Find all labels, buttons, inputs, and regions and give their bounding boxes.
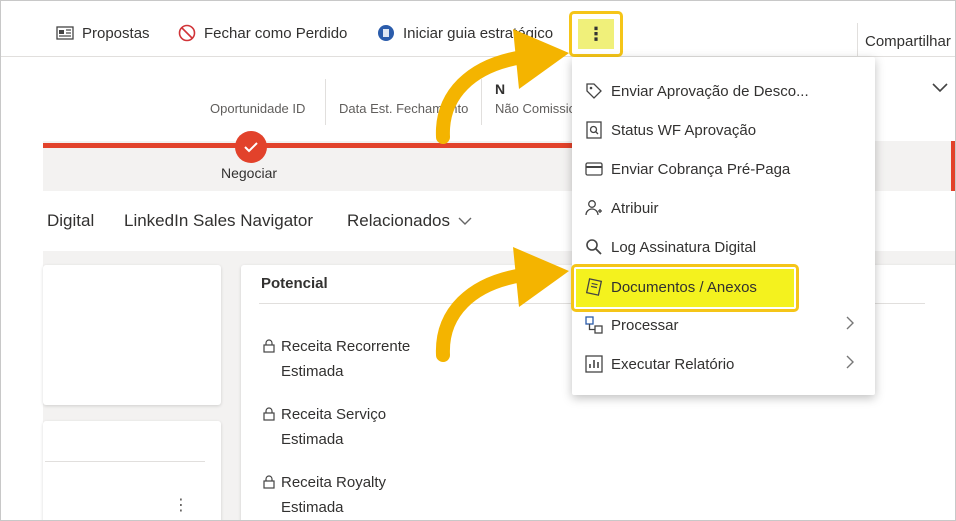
tag-icon — [584, 81, 604, 101]
field-label-line2: Estimada — [281, 431, 344, 448]
close-as-lost-button[interactable]: Fechar como Perdido — [177, 23, 347, 43]
screen: Propostas Fechar como Perdido Iniciar gu… — [0, 0, 956, 521]
menu-item-wf-approval-status[interactable]: Status WF Aprovação — [572, 111, 875, 149]
document-search-icon — [584, 120, 604, 140]
share-button[interactable]: Compartilhar — [865, 33, 951, 50]
more-commands-button[interactable]: ⋮ — [569, 11, 623, 57]
chevron-down-icon — [458, 217, 472, 226]
proposals-button[interactable]: Propostas — [55, 23, 150, 43]
field-service-revenue[interactable]: Receita Serviço Estimada — [263, 403, 386, 451]
menu-item-documents-attachments[interactable]: Documentos / Anexos — [572, 268, 794, 306]
attachment-icon — [584, 277, 604, 297]
menu-item-send-prepaid-charge[interactable]: Enviar Cobrança Pré-Paga — [572, 150, 875, 188]
field-label: Receita Recorrente — [281, 338, 411, 355]
stage-complete-icon[interactable] — [235, 131, 267, 163]
stage-label[interactable]: Negociar — [221, 165, 277, 181]
chevron-down-icon[interactable] — [931, 81, 949, 99]
field-recurring-revenue[interactable]: Receita Recorrente Estimada — [263, 335, 410, 383]
field-royalty-revenue[interactable]: Receita Royalty Estimada — [263, 471, 386, 519]
menu-item-label: Enviar Cobrança Pré-Paga — [611, 160, 791, 178]
tab-digital[interactable]: Digital — [47, 211, 94, 231]
menu-item-send-discount-approval[interactable]: Enviar Aprovação de Desco... — [572, 72, 875, 110]
lock-icon — [263, 473, 277, 496]
close-as-lost-label: Fechar como Perdido — [204, 24, 348, 42]
left-card — [43, 265, 221, 405]
lock-icon — [263, 337, 277, 360]
tab-linkedin-sales-navigator[interactable]: LinkedIn Sales Navigator — [124, 211, 313, 231]
toolbar-divider — [857, 23, 858, 59]
chevron-right-icon — [845, 316, 854, 334]
field-label-line2: Estimada — [281, 363, 344, 380]
tab-related[interactable]: Relacionados — [347, 211, 472, 231]
menu-item-label: Atribuir — [611, 199, 659, 217]
proposals-icon — [55, 23, 75, 43]
callout-arrow-icon — [435, 247, 569, 362]
menu-item-label: Status WF Aprovação — [611, 121, 757, 139]
field-label: Receita Serviço — [281, 406, 387, 423]
tab-related-label: Relacionados — [347, 211, 451, 230]
callout-arrow-icon — [435, 29, 569, 144]
menu-item-label: Processar — [611, 316, 679, 334]
field-label-line2: Estimada — [281, 499, 344, 516]
search-icon — [584, 237, 604, 257]
section-title: Potencial — [261, 275, 328, 292]
more-commands-menu: Enviar Aprovação de Desco... Status WF A… — [572, 57, 875, 395]
menu-item-run-report[interactable]: Executar Relatório — [572, 345, 875, 383]
person-add-icon — [584, 198, 604, 218]
lock-icon — [263, 405, 277, 428]
report-icon — [584, 354, 604, 374]
chevron-right-icon — [845, 355, 854, 373]
more-icon: ⋮ — [578, 19, 614, 49]
left-card-lower — [43, 421, 221, 520]
flow-icon — [584, 315, 604, 335]
more-options-icon[interactable]: ⋮ — [173, 495, 189, 515]
guide-icon — [376, 23, 396, 43]
menu-item-digital-signature-log[interactable]: Log Assinatura Digital — [572, 228, 875, 266]
menu-item-assign[interactable]: Atribuir — [572, 189, 875, 227]
menu-item-label: Executar Relatório — [611, 355, 735, 373]
divider — [45, 461, 205, 462]
menu-item-label: Log Assinatura Digital — [611, 238, 757, 256]
header-field-label: Oportunidade ID — [210, 101, 306, 116]
prohibited-icon — [177, 23, 197, 43]
header-divider — [325, 79, 326, 125]
menu-item-label: Documentos / Anexos — [611, 278, 757, 296]
field-label: Receita Royalty — [281, 474, 387, 491]
card-icon — [584, 159, 604, 179]
process-edge — [951, 141, 955, 191]
proposals-label: Propostas — [82, 24, 150, 42]
menu-item-label: Enviar Aprovação de Desco... — [611, 82, 809, 100]
